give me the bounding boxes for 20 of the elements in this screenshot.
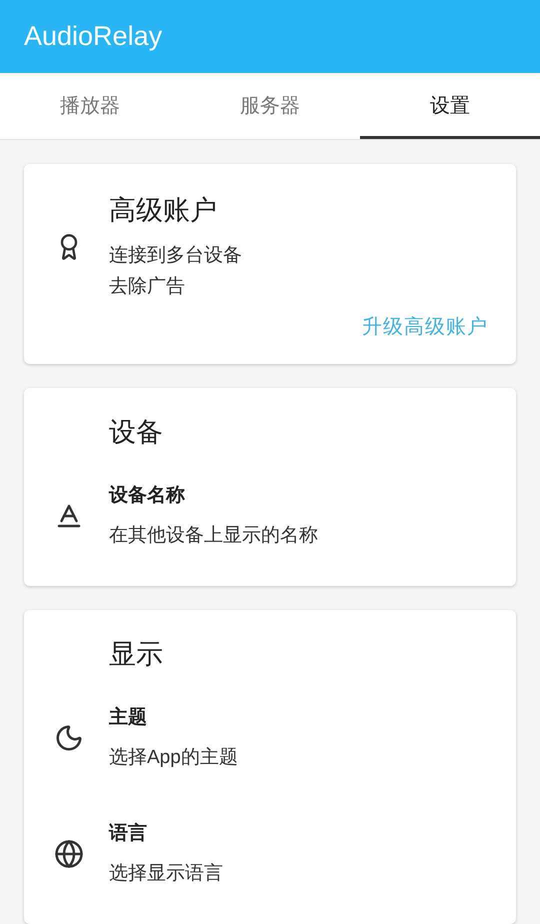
feature-text: 连接到多台设备	[109, 244, 242, 268]
tab[interactable]: 设置	[360, 73, 540, 139]
setting-description: 选择App的主题	[109, 746, 238, 770]
setting-description: 在其他设备上显示的名称	[109, 524, 318, 548]
setting-label: 设备名称	[109, 484, 186, 508]
card-title: 高级账户	[109, 194, 218, 227]
card-title: 设备	[109, 416, 164, 449]
tab[interactable]: 服务器	[180, 73, 360, 139]
app-title: AudioRelay	[24, 20, 162, 54]
moon-icon	[54, 723, 84, 753]
setting-description: 选择显示语言	[109, 862, 223, 886]
settings-item[interactable]: 主题 选择App的主题	[24, 680, 516, 796]
card-title: 显示	[109, 638, 164, 671]
setting-label: 语言	[109, 822, 148, 846]
feature-text: 去除广告	[109, 275, 186, 299]
settings-item[interactable]: 设备名称 在其他设备上显示的名称	[24, 458, 516, 574]
setting-label: 主题	[109, 706, 148, 730]
globe-icon	[54, 839, 84, 869]
settings-item[interactable]: 语言 选择显示语言	[24, 796, 516, 912]
tab[interactable]: 播放器	[0, 73, 180, 139]
